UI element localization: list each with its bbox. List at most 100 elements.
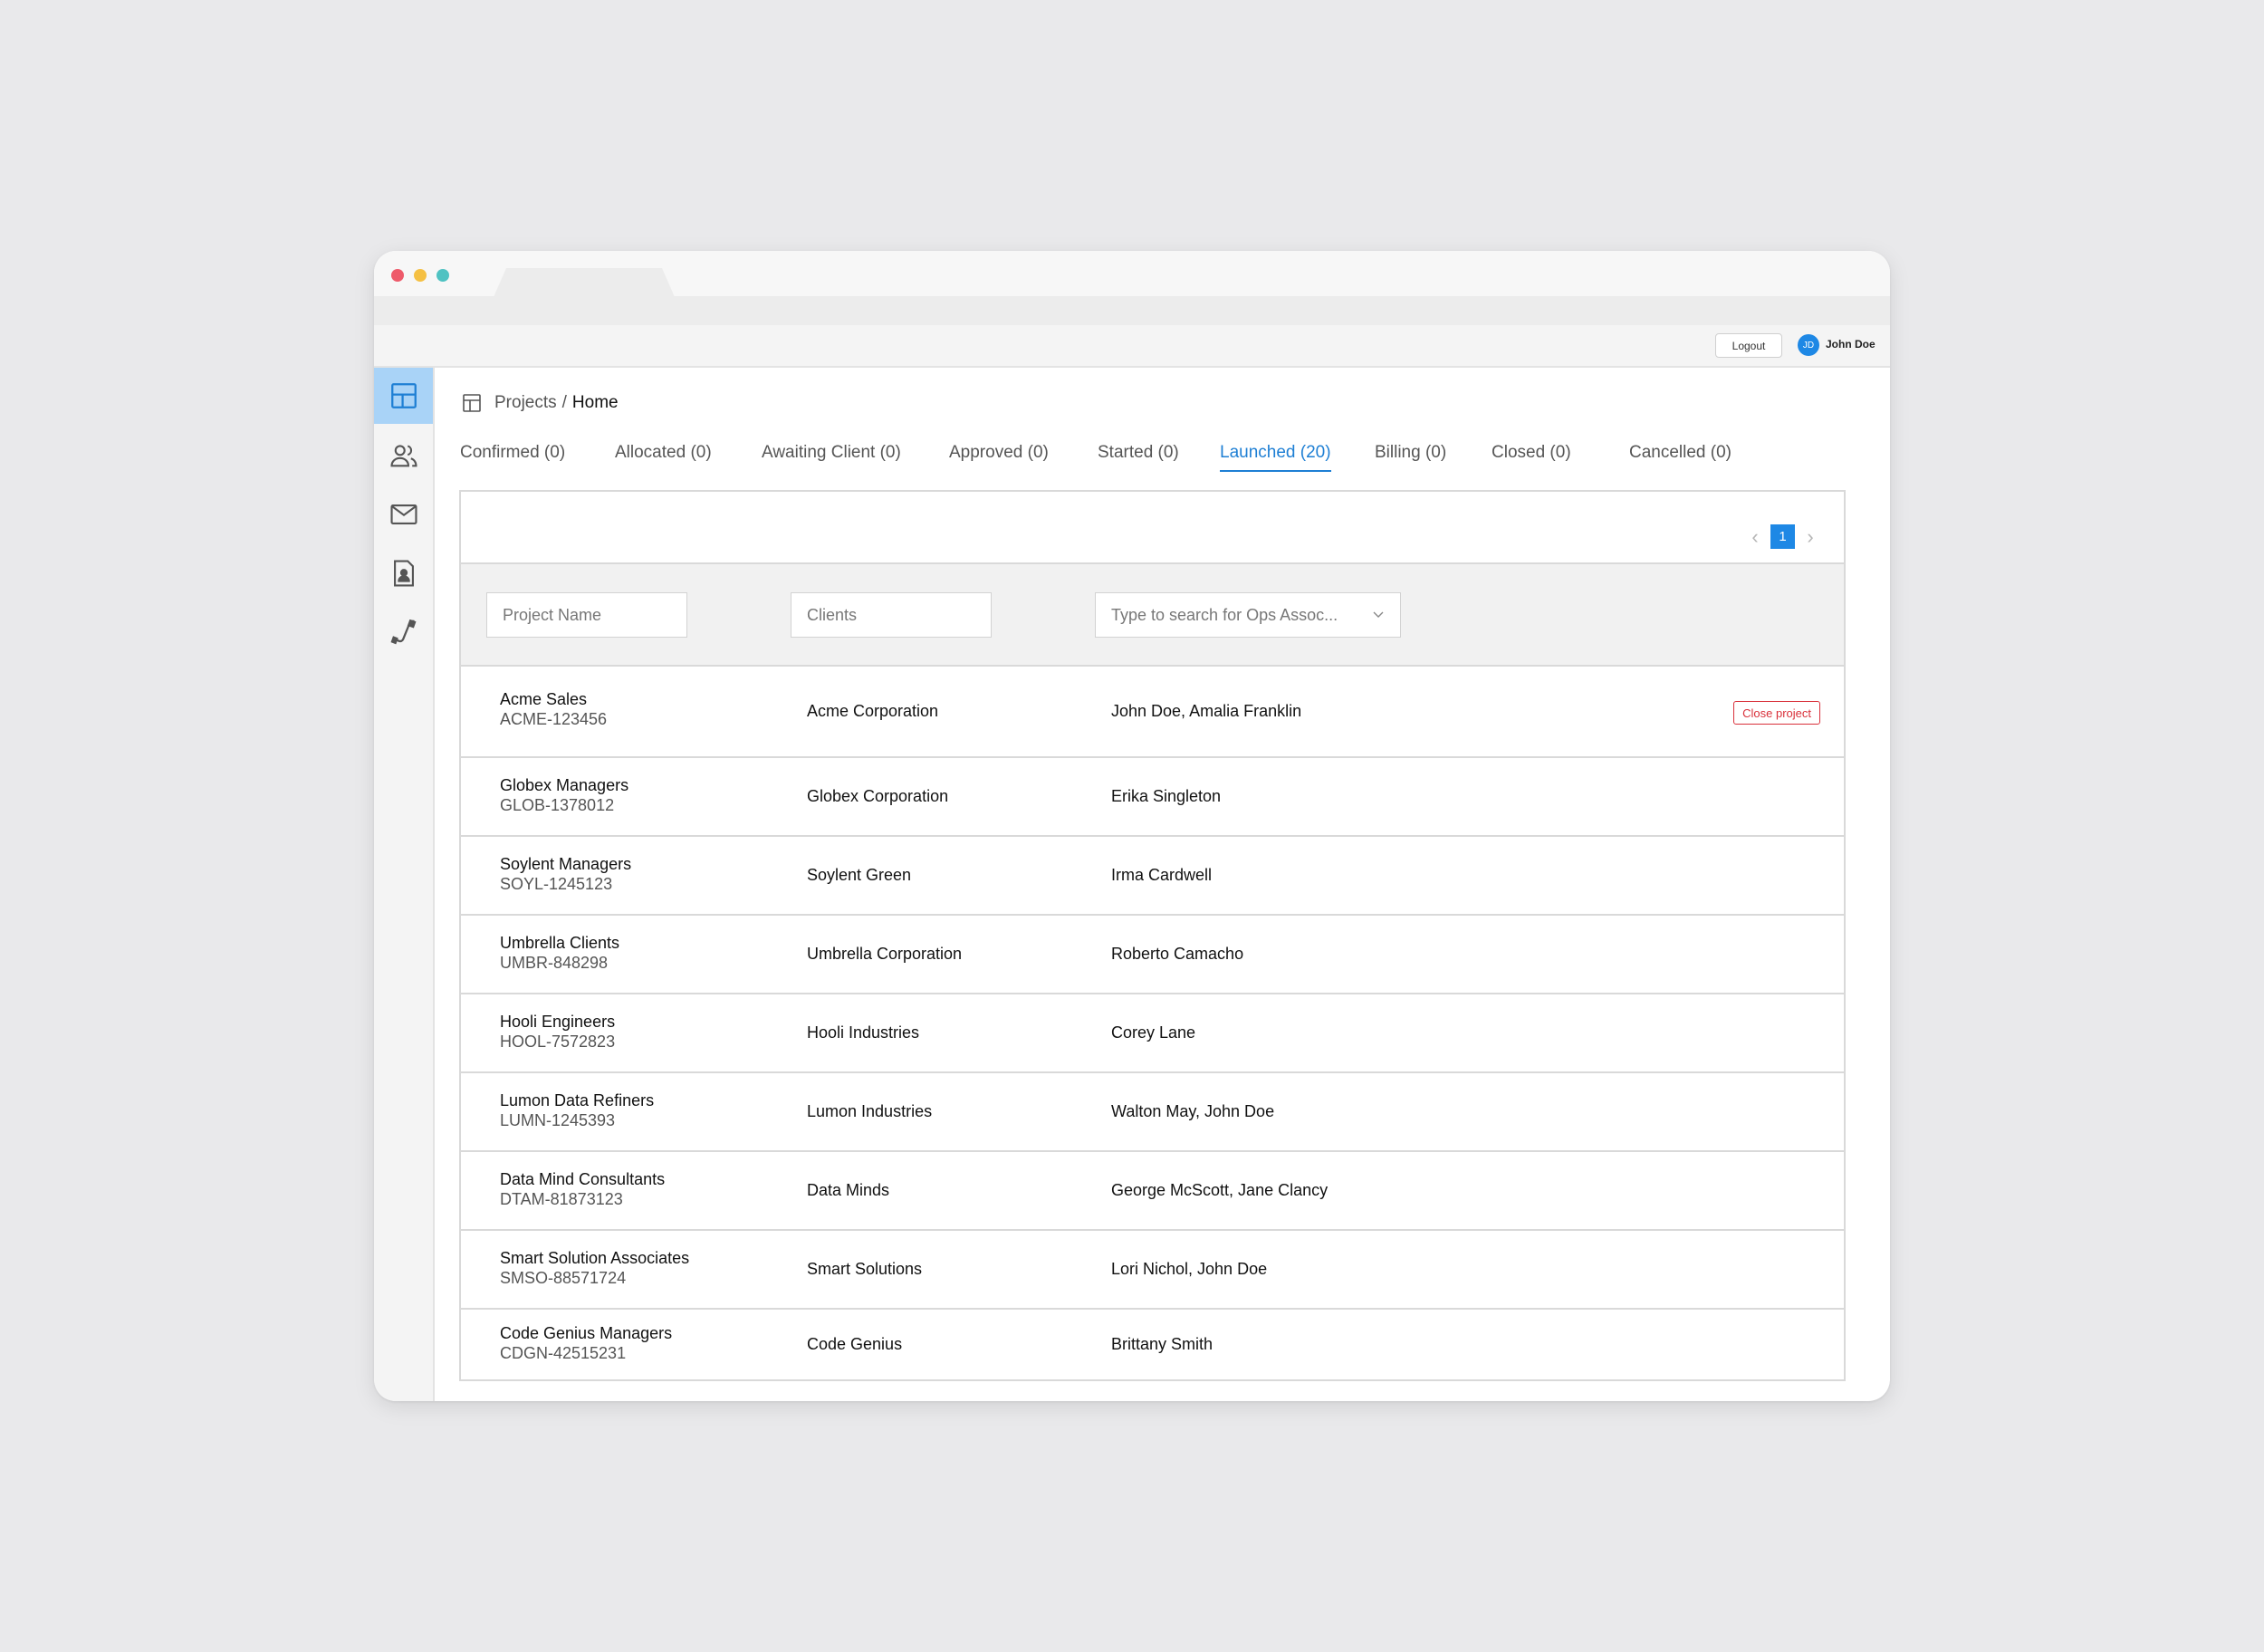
sidebar-item-calls[interactable] <box>374 604 433 660</box>
pagination: ‹ 1 › <box>1749 524 1817 549</box>
sidebar <box>374 368 435 1401</box>
next-page-icon[interactable]: › <box>1804 525 1817 549</box>
project-cell: Umbrella Clients UMBR-848298 <box>500 933 619 973</box>
tab-approved[interactable]: Approved (0) <box>949 443 1049 470</box>
mail-icon <box>389 504 417 524</box>
projects-panel: ‹ 1 › Project Name Clients Type to searc… <box>459 490 1846 1381</box>
sidebar-item-users[interactable] <box>374 427 433 484</box>
browser-toolbar <box>374 296 1890 325</box>
minimize-window-dot[interactable] <box>414 269 427 282</box>
title-bar <box>374 251 1890 297</box>
user-name[interactable]: John Doe <box>1826 338 1875 351</box>
tab-started[interactable]: Started (0) <box>1098 443 1179 470</box>
client-name: Hooli Industries <box>807 1023 920 1042</box>
client-name: Soylent Green <box>807 866 912 884</box>
project-name[interactable]: Acme Sales <box>500 689 607 709</box>
tab-allocated[interactable]: Allocated (0) <box>615 443 712 470</box>
project-cell: Lumon Data Refiners LUMN-1245393 <box>500 1090 654 1130</box>
prev-page-icon[interactable]: ‹ <box>1749 525 1761 549</box>
ops-associates: Brittany Smith <box>1111 1335 1214 1353</box>
client-name: Globex Corporation <box>807 787 949 805</box>
project-code: SOYL-1245123 <box>500 875 613 893</box>
page-number-button[interactable]: 1 <box>1770 524 1795 549</box>
table-row[interactable]: Acme Sales ACME-123456 Acme Corporation … <box>461 667 1844 758</box>
project-name-filter[interactable]: Project Name <box>486 592 687 638</box>
tab-awaiting-client[interactable]: Awaiting Client (0) <box>762 443 901 470</box>
client-name: Data Minds <box>807 1181 890 1199</box>
project-code: ACME-123456 <box>500 710 608 728</box>
users-icon <box>389 445 417 467</box>
tab-cancelled[interactable]: Cancelled (0) <box>1629 443 1732 470</box>
project-name[interactable]: Smart Solution Associates <box>500 1248 689 1268</box>
project-code: UMBR-848298 <box>500 954 609 972</box>
client-name: Lumon Industries <box>807 1102 933 1120</box>
sidebar-item-contacts[interactable] <box>374 545 433 601</box>
close-project-button[interactable]: Close project <box>1733 701 1820 725</box>
breadcrumb-separator: / <box>561 393 567 412</box>
tab-confirmed[interactable]: Confirmed (0) <box>460 443 565 470</box>
table-row[interactable]: Hooli Engineers HOOL-7572823 Hooli Indus… <box>461 994 1844 1073</box>
contact-document-icon <box>393 560 414 587</box>
tab-launched[interactable]: Launched (20) <box>1220 443 1331 472</box>
table-row[interactable]: Smart Solution Associates SMSO-88571724 … <box>461 1231 1844 1310</box>
table-row[interactable]: Data Mind Consultants DTAM-81873123 Data… <box>461 1152 1844 1231</box>
dashboard-icon <box>463 394 481 412</box>
breadcrumb-current: Home <box>571 393 619 412</box>
project-name[interactable]: Code Genius Managers <box>500 1323 672 1343</box>
client-name: Umbrella Corporation <box>807 945 963 963</box>
maximize-window-dot[interactable] <box>436 269 449 282</box>
ops-associates: John Doe, Amalia Franklin <box>1111 702 1302 720</box>
browser-tab[interactable] <box>494 268 675 297</box>
project-code: CDGN-42515231 <box>500 1344 627 1362</box>
project-cell: Smart Solution Associates SMSO-88571724 <box>500 1248 689 1288</box>
avatar[interactable]: JD <box>1798 334 1819 356</box>
chevron-down-icon[interactable] <box>1371 607 1386 621</box>
project-name[interactable]: Umbrella Clients <box>500 933 619 953</box>
projects-table: Acme Sales ACME-123456 Acme Corporation … <box>461 667 1844 1382</box>
project-name[interactable]: Data Mind Consultants <box>500 1169 665 1189</box>
tab-closed[interactable]: Closed (0) <box>1492 443 1571 470</box>
ops-associates: Corey Lane <box>1111 1023 1196 1042</box>
project-name[interactable]: Hooli Engineers <box>500 1012 615 1032</box>
ops-associates: Walton May, John Doe <box>1111 1102 1275 1120</box>
project-name[interactable]: Globex Managers <box>500 775 628 795</box>
project-code: SMSO-88571724 <box>500 1269 627 1287</box>
sidebar-item-mail[interactable] <box>374 486 433 543</box>
table-row[interactable]: Lumon Data Refiners LUMN-1245393 Lumon I… <box>461 1073 1844 1152</box>
ops-associate-placeholder: Type to search for Ops Assoc... <box>1111 605 1338 624</box>
table-row[interactable]: Umbrella Clients UMBR-848298 Umbrella Co… <box>461 916 1844 994</box>
close-window-dot[interactable] <box>391 269 404 282</box>
project-code: GLOB-1378012 <box>500 796 615 814</box>
project-cell: Code Genius Managers CDGN-42515231 <box>500 1323 672 1363</box>
ops-associates: Erika Singleton <box>1111 787 1222 805</box>
project-cell: Globex Managers GLOB-1378012 <box>500 775 628 815</box>
app-topbar: Logout JD John Doe <box>374 325 1890 368</box>
project-cell: Acme Sales ACME-123456 <box>500 689 607 729</box>
project-cell: Data Mind Consultants DTAM-81873123 <box>500 1169 665 1209</box>
table-row[interactable]: Globex Managers GLOB-1378012 Globex Corp… <box>461 758 1844 837</box>
client-name: Acme Corporation <box>807 702 939 720</box>
breadcrumb-projects-link[interactable]: Projects <box>494 393 557 413</box>
logout-button[interactable]: Logout <box>1715 333 1782 358</box>
project-cell: Soylent Managers SOYL-1245123 <box>500 854 631 894</box>
browser-window: Logout JD John Doe Projects / Home Confi… <box>374 251 1890 1401</box>
table-row[interactable]: Soylent Managers SOYL-1245123 Soylent Gr… <box>461 837 1844 916</box>
ops-associates: Irma Cardwell <box>1111 866 1213 884</box>
project-name[interactable]: Soylent Managers <box>500 854 631 874</box>
ops-associates: Roberto Camacho <box>1111 945 1244 963</box>
project-code: LUMN-1245393 <box>500 1111 616 1129</box>
phone-icon <box>390 619 416 645</box>
project-name[interactable]: Lumon Data Refiners <box>500 1090 654 1110</box>
table-row[interactable]: Code Genius Managers CDGN-42515231 Code … <box>461 1310 1844 1382</box>
client-name: Code Genius <box>807 1335 903 1353</box>
project-code: DTAM-81873123 <box>500 1190 623 1208</box>
dashboard-icon <box>390 383 417 408</box>
project-cell: Hooli Engineers HOOL-7572823 <box>500 1012 615 1052</box>
tab-billing[interactable]: Billing (0) <box>1375 443 1446 470</box>
ops-associates: Lori Nichol, John Doe <box>1111 1260 1268 1278</box>
client-name: Smart Solutions <box>807 1260 923 1278</box>
ops-associate-search[interactable]: Type to search for Ops Assoc... <box>1095 592 1401 638</box>
clients-filter[interactable]: Clients <box>791 592 992 638</box>
sidebar-item-dashboard[interactable] <box>374 368 433 424</box>
project-code: HOOL-7572823 <box>500 1032 616 1051</box>
